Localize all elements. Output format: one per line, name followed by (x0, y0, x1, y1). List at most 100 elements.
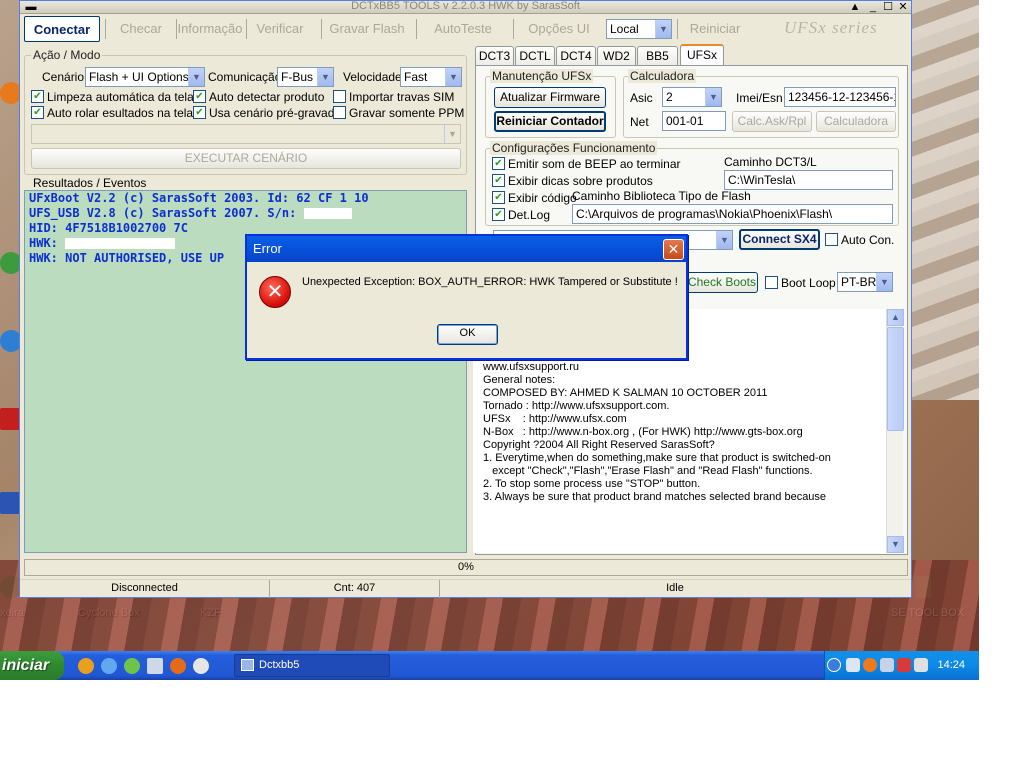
comm-select[interactable]: F-Bus ▼ (277, 67, 334, 87)
flash-button[interactable]: Gravar Flash (324, 16, 410, 42)
title-bar[interactable]: ▬ DCTxBB5 TOOLS v 2.2.0.3 HWK by SarasSo… (20, 0, 911, 14)
check-button[interactable]: Checar (108, 16, 174, 42)
scenario-select[interactable]: Flash + UI Options ▼ (85, 67, 205, 87)
speed-value: Fast (404, 70, 428, 84)
scenario-file-select[interactable]: ▼ (31, 124, 461, 144)
info-line: except "Check","Flash","Erase Flash" and… (483, 465, 813, 477)
close-icon[interactable]: ✕ (663, 239, 684, 260)
dialog-message: Unexpected Exception: BOX_AUTH_ERROR: HW… (302, 276, 678, 288)
imei-label: Imei/Esn (736, 91, 783, 105)
product-tabs: DCT3 DCTL DCT4 WD2 BB5 UFSx (475, 44, 908, 67)
chevron-down-icon: ▼ (705, 88, 721, 106)
scroll-up-icon[interactable]: ▲ (887, 309, 904, 326)
connect-sx4-button[interactable]: Connect SX4 (739, 229, 820, 250)
redacted-block (303, 208, 352, 219)
autodetect-checkbox[interactable]: ✔ Auto detectar produto (193, 90, 324, 104)
ppm-only-checkbox[interactable]: Gravar somente PPM (333, 106, 464, 120)
check-boots-button[interactable]: Check Boots (686, 272, 758, 293)
imei-input[interactable]: 123456-12-123456-1 (784, 87, 896, 107)
scroll-thumb[interactable] (887, 327, 904, 431)
calculator-button[interactable]: Calculadora (816, 111, 896, 132)
desktop-label-kzf[interactable]: KZF (200, 607, 221, 619)
info-scrollbar[interactable]: ▲ ▼ (886, 309, 904, 553)
monitor-icon[interactable] (880, 658, 894, 672)
run-scenario-button[interactable]: EXECUTAR CENÁRIO (31, 148, 461, 169)
clock[interactable]: 14:24 (937, 651, 965, 680)
avast-icon[interactable] (863, 658, 877, 672)
tips-checkbox[interactable]: ✔ Exibir dicas sobre produtos (492, 174, 653, 188)
location-select[interactable]: Local ▼ (606, 19, 672, 39)
language-select[interactable]: PT-BR ▼ (837, 272, 893, 292)
speed-select[interactable]: Fast ▼ (400, 67, 462, 87)
verify-button[interactable]: Verificar (247, 16, 313, 42)
flash-lib-input[interactable]: C:\Arquivos de programas\Nokia\Phoenix\F… (572, 204, 893, 224)
tools-icon[interactable] (914, 658, 928, 672)
log-line: UFS_USB V2.8 (c) SarasSoft 2007. S/n: (25, 206, 466, 221)
close-icon[interactable]: ✕ (896, 1, 910, 13)
app-icon[interactable] (147, 658, 163, 674)
utorrent-icon[interactable] (124, 658, 140, 674)
chrome-icon[interactable] (78, 658, 94, 674)
info-button[interactable]: Informação (177, 16, 243, 42)
network-icon[interactable] (846, 658, 860, 672)
asic-value: 2 (666, 90, 673, 104)
restart-button[interactable]: Reiniciar (678, 16, 752, 42)
scroll-up-icon[interactable]: ▲ (848, 1, 862, 13)
prerecorded-checkbox[interactable]: ✔ Usa cenário pré-gravado (193, 106, 341, 120)
taskbar: iniciar Dctxbb5 14:24 (0, 651, 979, 680)
detlog-checkbox[interactable]: ✔ Det.Log (492, 208, 550, 222)
tab-dctl[interactable]: DCTL (515, 46, 555, 66)
tab-dct4[interactable]: DCT4 (556, 46, 596, 66)
dialog-title-bar[interactable]: Error ✕ (247, 236, 686, 262)
beep-checkbox[interactable]: ✔ Emitir som de BEEP ao terminar (492, 157, 681, 171)
security-icon[interactable] (897, 658, 911, 672)
start-button[interactable]: iniciar (0, 651, 64, 680)
scroll-down-icon[interactable]: ▼ (887, 536, 904, 553)
minimize-icon[interactable]: _ (866, 1, 880, 13)
chevron-down-icon: ▼ (188, 68, 204, 86)
simlocks-checkbox[interactable]: Importar travas SIM (333, 90, 454, 104)
autotest-button[interactable]: AutoTeste (419, 16, 507, 42)
chevron-down-icon: ▼ (445, 68, 461, 86)
ie-icon[interactable] (101, 658, 117, 674)
status-connection: Disconnected (20, 580, 270, 598)
ok-button[interactable]: OK (437, 324, 498, 345)
log-line: UFxBoot V2.2 (c) SarasSoft 2003. Id: 62 … (29, 191, 369, 205)
reset-counter-button[interactable]: Reiniciar Contador (494, 111, 606, 132)
system-tray: 14:24 (824, 651, 979, 680)
info-line: www.ufsxsupport.ru (483, 361, 579, 373)
desktop-label-cyclone[interactable]: Cyclone Box (78, 607, 140, 619)
autoclean-checkbox[interactable]: ✔ Limpeza automática da tela (31, 90, 194, 104)
action-mode-group: Ação / Modo Cenário Flash + UI Options ▼… (24, 48, 467, 175)
dct3-path-input[interactable]: C:\WinTesla\ (724, 170, 893, 190)
tab-bb5[interactable]: BB5 (637, 46, 678, 66)
chevron-left-icon[interactable] (827, 658, 841, 672)
boot-loop-checkbox[interactable]: Boot Loop (765, 276, 836, 290)
taskbar-item-dctxbb5[interactable]: Dctxbb5 (234, 654, 390, 677)
tab-ufsx[interactable]: UFSx (680, 44, 724, 67)
se-tool-box-icon[interactable] (915, 576, 931, 598)
net-input[interactable]: 001-01 (662, 111, 726, 131)
info-line: 3. Always be sure that product brand mat… (483, 491, 827, 503)
autoscroll-checkbox[interactable]: ✔ Auto rolar esultados na tela (31, 106, 193, 120)
brand-logo: UFSx series (784, 18, 878, 37)
calc-ask-button[interactable]: Calc.Ask/Rpl (732, 111, 812, 132)
info-line: 1. Everytime,when do something,make sure… (483, 452, 831, 464)
maximize-icon[interactable]: ☐ (881, 1, 895, 13)
update-firmware-button[interactable]: Atualizar Firmware (494, 87, 606, 108)
info-line: General notes: (483, 374, 556, 386)
error-dialog: Error ✕ ✕ Unexpected Exception: BOX_AUTH… (245, 234, 688, 360)
desktop-label-xeira[interactable]: xeira (0, 607, 24, 619)
options-button[interactable]: Opções UI (514, 16, 604, 42)
desktop-label-setoolbox[interactable]: SE TOOL BOX (891, 607, 964, 619)
asic-select[interactable]: 2 ▼ (662, 87, 722, 107)
tab-wd2[interactable]: WD2 (597, 46, 636, 66)
auto-con-checkbox[interactable]: Auto Con. (825, 233, 894, 247)
tab-dct3[interactable]: DCT3 (475, 46, 514, 66)
results-title: Resultados / Eventos (33, 176, 147, 190)
code-checkbox[interactable]: ✔ Exibir código (492, 191, 577, 205)
media-player-icon[interactable] (193, 658, 209, 674)
firefox-icon[interactable] (170, 658, 186, 674)
speed-label: Velocidade (343, 70, 402, 84)
connect-button[interactable]: Conectar (24, 16, 100, 42)
